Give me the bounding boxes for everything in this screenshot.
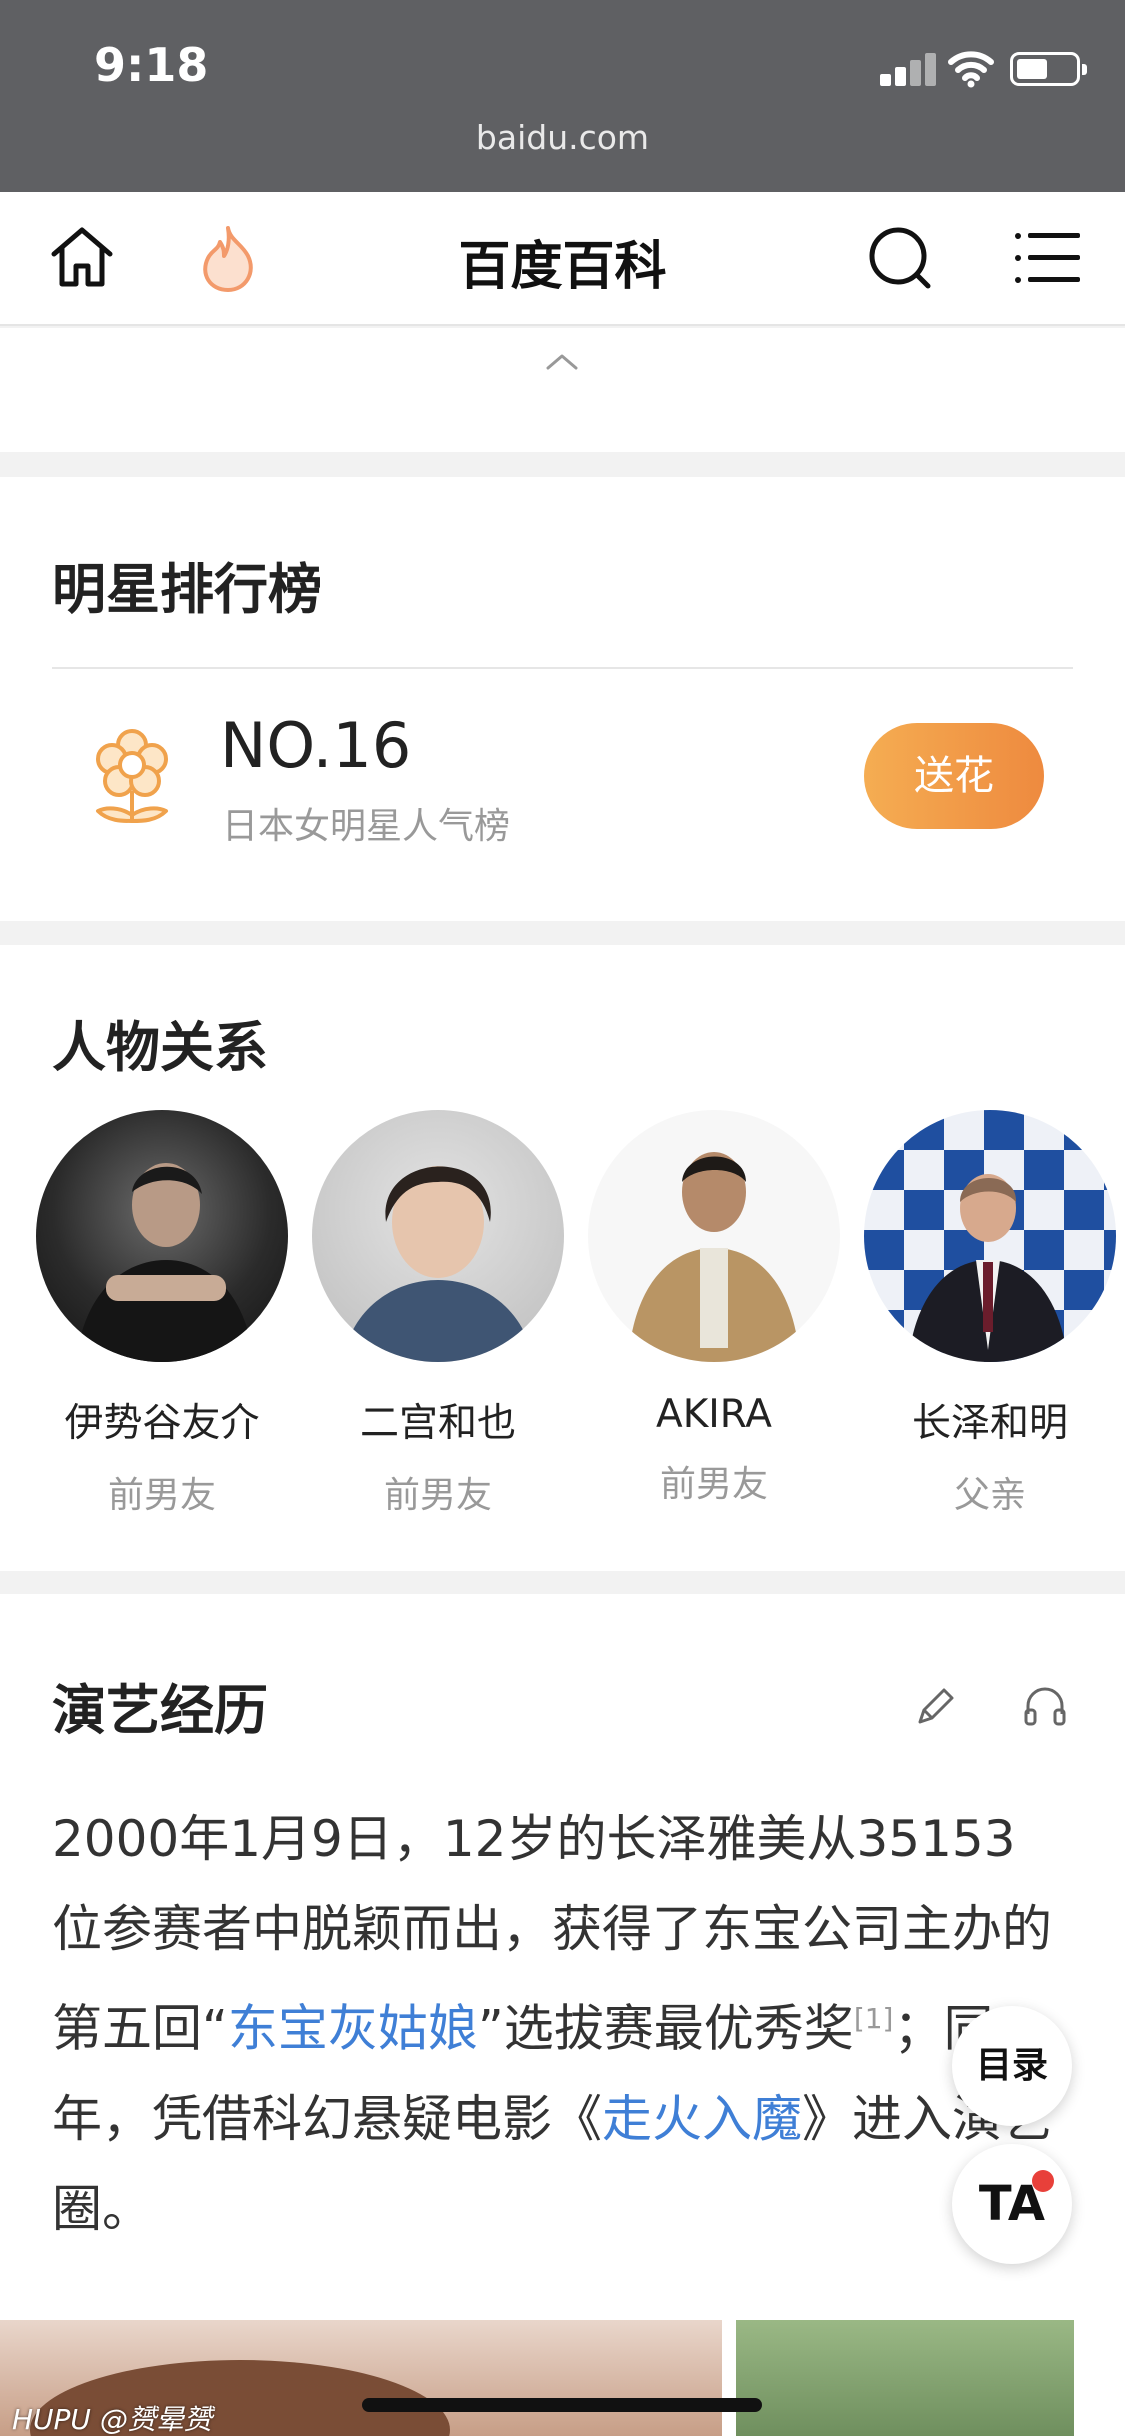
status-bar: 9:18 baidu.com bbox=[0, 0, 1125, 192]
person-name: 长泽和明 bbox=[911, 1401, 1068, 1446]
cellular-signal-icon bbox=[880, 52, 936, 86]
notification-dot bbox=[1032, 2170, 1054, 2192]
person-name: 二宫和也 bbox=[359, 1401, 516, 1446]
avatar[interactable] bbox=[864, 1110, 1116, 1362]
send-flowers-button[interactable]: 送花 bbox=[864, 723, 1044, 829]
person-name: 伊势谷友介 bbox=[64, 1401, 260, 1446]
relations-card: 人物关系 伊势谷友介 前男友 二宫和也 前男友 AKIRA 前男友 长泽和明 父… bbox=[0, 945, 1125, 1571]
search-icon[interactable] bbox=[862, 220, 938, 296]
rank-list-name[interactable]: 日本女明星人气榜 bbox=[222, 797, 510, 849]
person-relation: 前男友 bbox=[659, 1464, 768, 1505]
status-time: 9:18 bbox=[94, 38, 209, 92]
person-relation: 父亲 bbox=[953, 1475, 1026, 1516]
flower-icon bbox=[96, 729, 168, 823]
relations-title: 人物关系 bbox=[52, 1016, 268, 1079]
person-name: AKIRA bbox=[656, 1392, 772, 1437]
star-ranking-card: 明星排行榜 NO.16 日本女明星人气榜 送花 bbox=[0, 477, 1125, 921]
career-paragraph: 2000年1月9日，12岁的长泽雅美从35153位参赛者中脱颖而出，获得了东宝公… bbox=[52, 1794, 1052, 2254]
cinderella-link[interactable]: 东宝灰姑娘 bbox=[228, 2000, 478, 2058]
home-indicator[interactable] bbox=[362, 2398, 762, 2412]
career-title: 演艺经历 bbox=[52, 1679, 268, 1742]
avatar[interactable] bbox=[312, 1110, 564, 1362]
edit-pencil-icon[interactable] bbox=[910, 1682, 960, 1732]
reference-marker[interactable]: [1] bbox=[854, 2002, 894, 2035]
person-card[interactable]: 二宫和也 前男友 bbox=[308, 1110, 568, 1518]
headphones-icon[interactable] bbox=[1020, 1680, 1070, 1730]
career-photo[interactable] bbox=[736, 2320, 1074, 2436]
avatar[interactable] bbox=[36, 1110, 288, 1362]
menu-icon[interactable] bbox=[1008, 220, 1084, 296]
watermark: HUPU @赟晕赟 bbox=[12, 2403, 212, 2436]
rank-number: NO.16 bbox=[220, 709, 412, 782]
page-title: 百度百科 bbox=[458, 237, 667, 297]
ranking-title: 明星排行榜 bbox=[52, 558, 322, 621]
avatar[interactable] bbox=[588, 1110, 840, 1362]
person-relation: 前男友 bbox=[383, 1475, 492, 1516]
table-of-contents-button[interactable]: 目录 bbox=[952, 2006, 1072, 2126]
career-card: 演艺经历 2000年1月9日，12岁的长泽雅美从35153位参赛者中脱颖而出，获… bbox=[0, 1594, 1125, 2436]
collapse-section bbox=[0, 328, 1125, 452]
top-nav-bar: 百度百科 bbox=[0, 192, 1125, 326]
battery-icon bbox=[1010, 52, 1087, 86]
font-size-button[interactable]: TA bbox=[952, 2144, 1072, 2264]
person-card[interactable]: 伊势谷友介 前男友 bbox=[32, 1110, 292, 1518]
career-text: ”选拔赛最优秀奖 bbox=[477, 1999, 854, 2058]
person-card[interactable]: AKIRA 前男友 bbox=[584, 1110, 844, 1507]
divider bbox=[52, 667, 1073, 669]
url-bar[interactable]: baidu.com bbox=[0, 118, 1125, 157]
wifi-icon bbox=[948, 51, 994, 88]
person-relation: 前男友 bbox=[107, 1475, 216, 1516]
movie-link[interactable]: 走火入魔 bbox=[602, 2090, 802, 2148]
chevron-up-icon[interactable] bbox=[544, 350, 580, 372]
person-card[interactable]: 长泽和明 父亲 bbox=[860, 1110, 1120, 1518]
